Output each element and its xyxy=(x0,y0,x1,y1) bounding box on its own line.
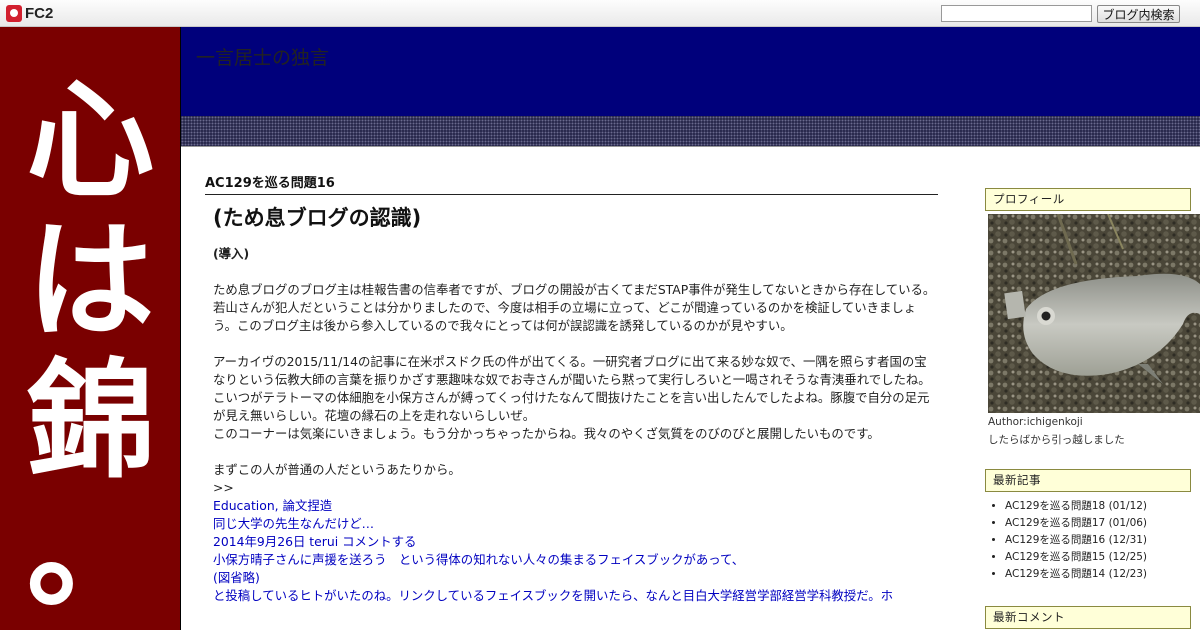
recent-post-link[interactable]: AC129を巡る問題14 (12/23) xyxy=(1005,566,1200,583)
calligraphy-char: は xyxy=(26,206,155,356)
profile-note: したらばから引っ越しました xyxy=(988,434,1125,446)
recent-post-link[interactable]: AC129を巡る問題16 (12/31) xyxy=(1005,532,1200,549)
quote-line: 小保方晴子さんに声援を送ろう という得体の知れない人々の集まるフェイスブックがあ… xyxy=(213,552,745,567)
recent-post-link[interactable]: AC129を巡る問題18 (01/12) xyxy=(1005,498,1200,515)
quote-line: 同じ大学の先生なんだけど… xyxy=(213,516,375,531)
entry-paragraph: >> xyxy=(213,480,234,495)
recent-comments-heading: 最新コメント xyxy=(985,606,1191,629)
blog-search-input[interactable] xyxy=(941,5,1092,22)
fc2-logo-icon xyxy=(6,4,22,22)
profile-heading: プロフィール xyxy=(985,188,1191,211)
entry-body: (ため息ブログの認識) (導入) ため息ブログのブログ主は桂報告書の信奉者ですが… xyxy=(205,195,938,605)
blog-title[interactable]: 一言居士の独言 xyxy=(196,43,329,70)
quote-line: と投稿しているヒトがいたのね。リンクしているフェイスブックを開いたら、なんと目白… xyxy=(213,588,893,603)
entry-heading: (ため息ブログの認識) xyxy=(213,206,422,230)
quote-line: 2014年9月26日 terui コメントする xyxy=(213,534,417,549)
calligraphy-char: 心 xyxy=(26,66,155,216)
profile-author: Author:ichigenkoji xyxy=(988,416,1083,428)
calligraphy-char: 。 xyxy=(26,476,155,626)
entry-paragraph: アーカイヴの2015/11/14の記事に在米ポスドク氏の件が出てくる。一研究者ブ… xyxy=(213,354,931,423)
fc2-logo[interactable]: FC2 xyxy=(6,4,53,22)
recent-posts-heading: 最新記事 xyxy=(985,469,1191,492)
entry-paragraph: まずこの人が普通の人だというあたりから。 xyxy=(213,462,461,477)
blog-search-button[interactable]: ブログ内検索 xyxy=(1097,5,1180,23)
entry-paragraph: 若山さんが犯人だということは分かりましたので、今度は相手の立場に立って、どこが間… xyxy=(213,300,917,333)
header-pattern-band xyxy=(181,116,1200,147)
blog-entry: AC129を巡る問題16 (ため息ブログの認識) (導入) ため息ブログのブログ… xyxy=(205,172,938,605)
recent-post-link[interactable]: AC129を巡る問題17 (01/06) xyxy=(1005,515,1200,532)
sidebar: プロフィール Author:ichigenkoji したらばから引っ越しました … xyxy=(985,188,1200,629)
quote-line: (図省略) xyxy=(213,570,260,585)
fc2-logo-text: FC2 xyxy=(25,4,54,22)
fish-photo xyxy=(988,214,1200,413)
profile-image xyxy=(988,214,1200,413)
entry-lead: (導入) xyxy=(213,246,250,261)
recent-post-link[interactable]: AC129を巡る問題15 (12/25) xyxy=(1005,549,1200,566)
fc2-top-bar: FC2 ブログ内検索 xyxy=(0,0,1200,27)
blog-header: 一言居士の独言 xyxy=(181,27,1200,116)
recent-posts-list: AC129を巡る問題18 (01/12) AC129を巡る問題17 (01/06… xyxy=(985,498,1200,583)
entry-paragraph: ため息ブログのブログ主は桂報告書の信奉者ですが、ブログの開設が古くてまだSTAP… xyxy=(213,282,936,297)
entry-paragraph: このコーナーは気楽にいきましょう。もう分かっちゃったからね。我々のやくざ気質をの… xyxy=(213,426,880,441)
calligraphy-banner: 心 は 錦 。 xyxy=(0,27,181,630)
entry-title[interactable]: AC129を巡る問題16 xyxy=(205,172,938,195)
calligraphy-char: 錦 xyxy=(26,346,155,496)
quote-line: Education, 論文捏造 xyxy=(213,498,333,513)
